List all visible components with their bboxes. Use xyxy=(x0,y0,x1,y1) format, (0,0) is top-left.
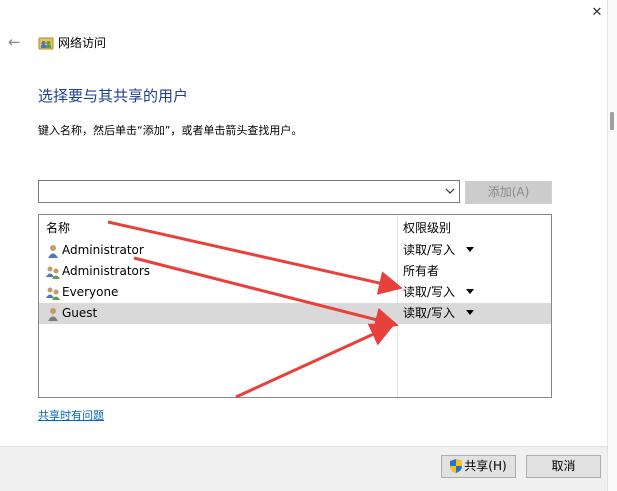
sharing-help-link[interactable]: 共享时有问题 xyxy=(38,408,104,424)
table-row[interactable]: Administrators 所有者 xyxy=(39,261,551,282)
table-row[interactable]: Everyone 读取/写入 xyxy=(39,282,551,303)
table-row[interactable]: Administrator 读取/写入 xyxy=(39,240,551,261)
caret-down-icon[interactable] xyxy=(465,244,475,256)
user-name: Administrator xyxy=(62,243,144,257)
scrollbar-thumb[interactable] xyxy=(610,112,614,130)
user-name: Administrators xyxy=(62,264,151,278)
column-header-permission[interactable]: 权限级别 xyxy=(403,221,451,235)
add-button[interactable]: 添加(A) xyxy=(465,181,552,204)
share-button[interactable]: 共享(H) xyxy=(441,455,516,478)
permission-level[interactable]: 读取/写入 xyxy=(403,285,455,300)
caret-down-icon[interactable] xyxy=(465,286,475,298)
instruction-text: 键入名称，然后单击“添加”，或者单击箭头查找用户。 xyxy=(38,124,303,137)
share-button-label: 共享(H) xyxy=(464,459,507,473)
cancel-button[interactable]: 取消 xyxy=(526,455,601,478)
user-name-combobox[interactable] xyxy=(38,180,460,203)
network-share-icon xyxy=(38,37,54,50)
scrollbar[interactable] xyxy=(607,0,617,491)
back-arrow-icon[interactable]: ← xyxy=(8,34,22,50)
permission-level[interactable]: 读取/写入 xyxy=(403,243,455,258)
user-name: Everyone xyxy=(62,285,119,299)
user-icon xyxy=(48,308,58,321)
user-icon xyxy=(48,245,58,258)
table-row[interactable]: Guest 读取/写入 xyxy=(39,303,551,324)
close-button[interactable]: ✕ xyxy=(589,5,605,21)
permission-level[interactable]: 读取/写入 xyxy=(403,306,455,321)
user-group-icon xyxy=(46,266,60,279)
user-name: Guest xyxy=(62,306,98,320)
user-permission-list[interactable]: 名称 权限级别 Administrator 读取/写入 Administrato… xyxy=(38,214,552,398)
column-header-name[interactable]: 名称 xyxy=(46,221,70,235)
window-title: 网络访问 xyxy=(58,36,107,50)
caret-down-icon[interactable] xyxy=(465,307,475,319)
page-heading: 选择要与其共享的用户 xyxy=(38,87,189,105)
permission-level: 所有者 xyxy=(403,264,440,278)
user-group-icon xyxy=(46,287,60,300)
uac-shield-icon xyxy=(450,459,463,473)
chevron-down-icon[interactable] xyxy=(445,184,455,198)
